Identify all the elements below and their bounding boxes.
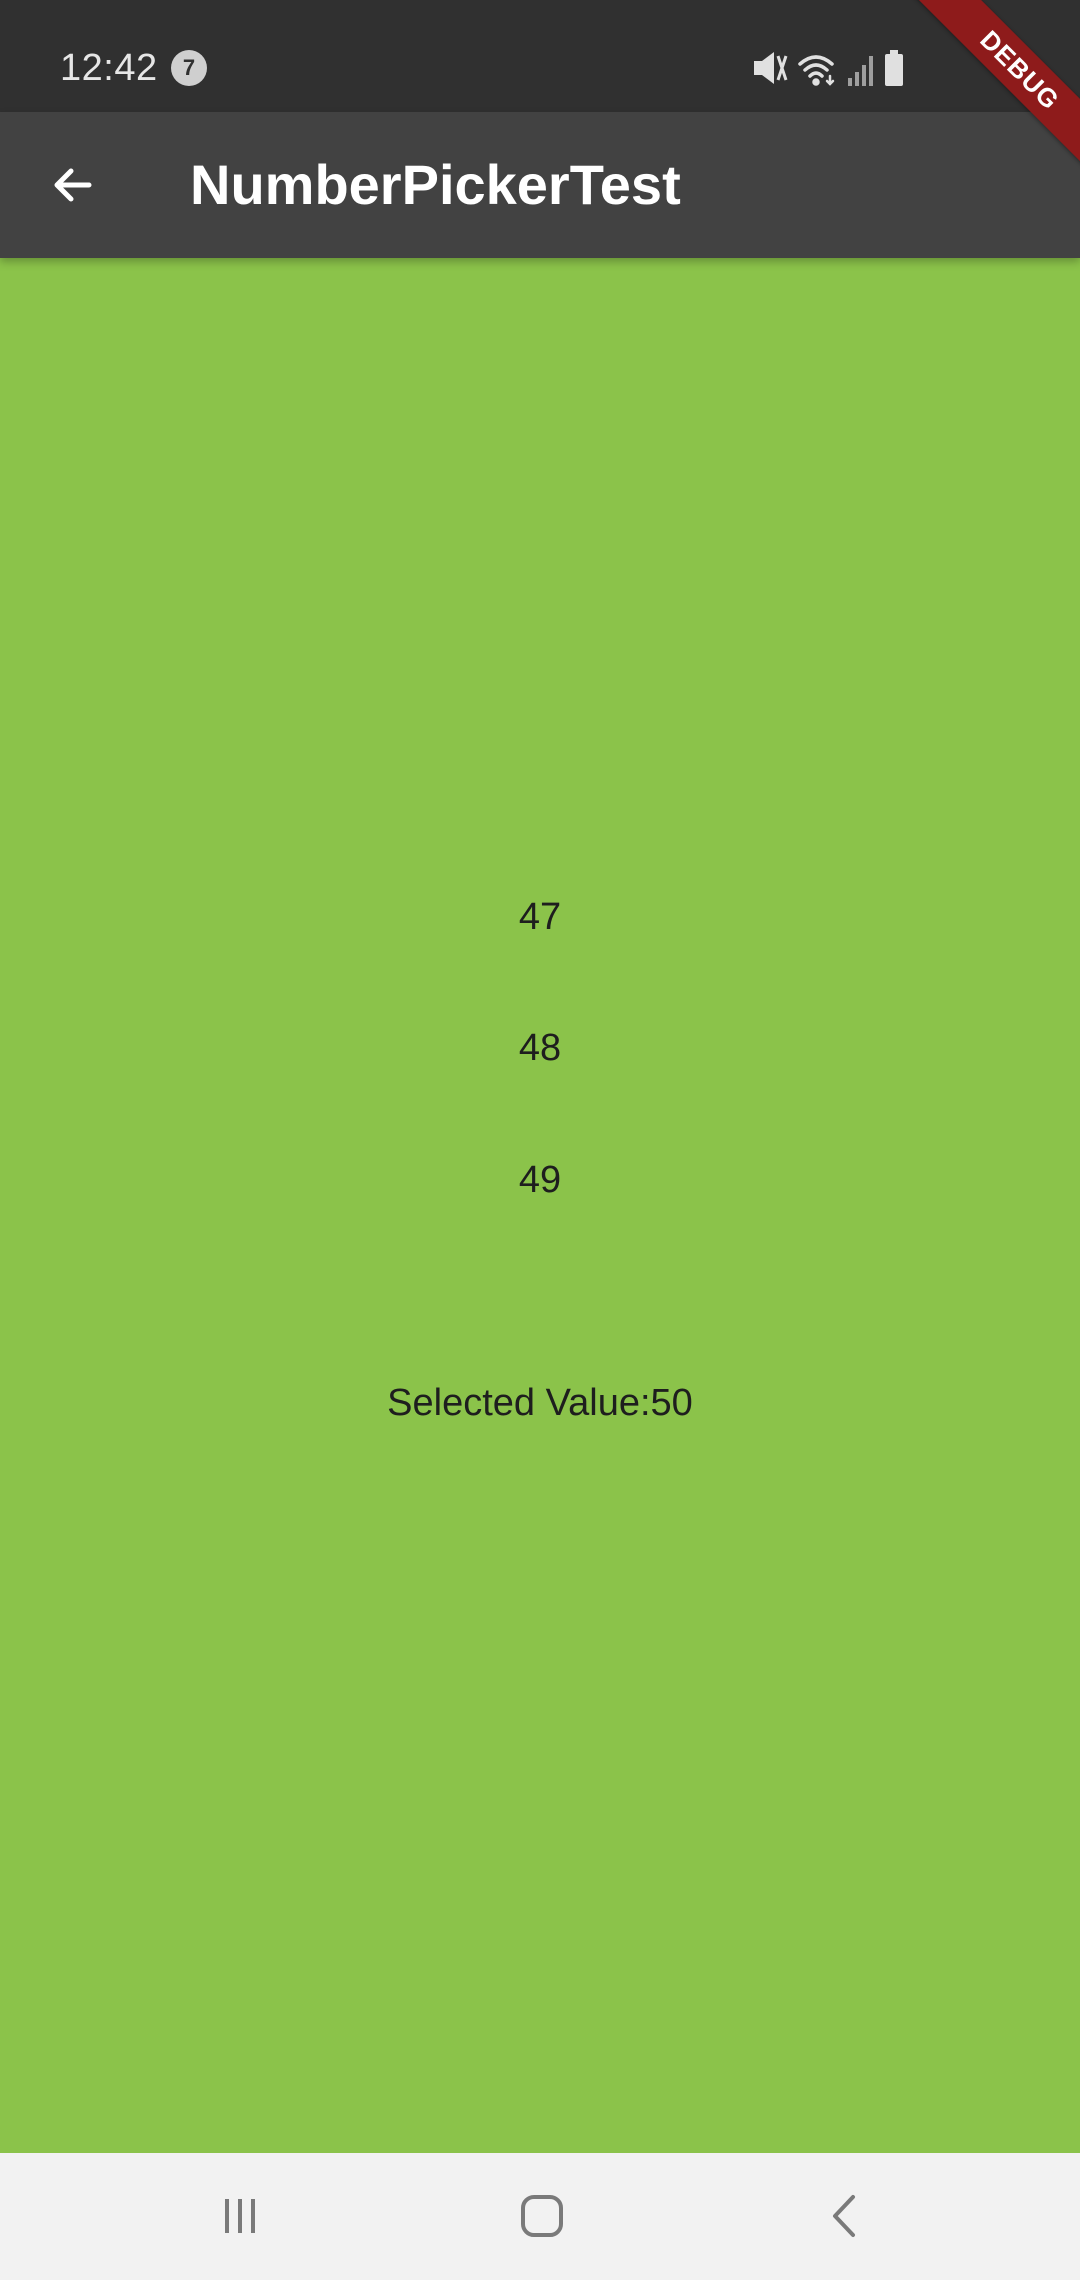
page-title: NumberPickerTest bbox=[190, 153, 681, 216]
recent-apps-icon bbox=[225, 2199, 255, 2233]
back-button[interactable] bbox=[40, 152, 106, 218]
notification-count-badge: 7 bbox=[171, 50, 207, 86]
picker-item[interactable]: 48 bbox=[0, 1023, 1080, 1073]
picker-item[interactable]: 49 bbox=[0, 1155, 1080, 1205]
status-icons bbox=[750, 48, 920, 88]
back-icon bbox=[833, 2195, 855, 2237]
system-back-button[interactable] bbox=[806, 2181, 886, 2251]
selected-value-text: Selected Value:50 bbox=[387, 1382, 693, 1424]
mute-icon bbox=[754, 52, 788, 84]
recent-apps-button[interactable] bbox=[200, 2181, 280, 2251]
status-time: 12:42 bbox=[60, 47, 158, 89]
home-button[interactable] bbox=[502, 2181, 582, 2251]
battery-icon bbox=[885, 50, 903, 86]
app-bar: NumberPickerTest bbox=[0, 112, 1080, 258]
status-bar: 12:42 7 bbox=[0, 0, 1080, 112]
arrow-back-icon bbox=[54, 168, 92, 202]
navigation-bar bbox=[0, 2153, 1080, 2280]
wifi-icon bbox=[798, 55, 835, 86]
picker-item[interactable]: 47 bbox=[0, 892, 1080, 942]
home-icon bbox=[521, 2195, 563, 2237]
signal-icon bbox=[848, 56, 873, 86]
